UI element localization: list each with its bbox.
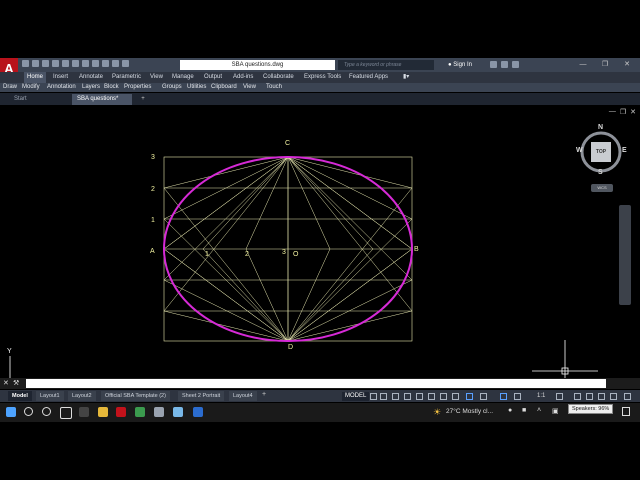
workspace-switching-icon[interactable]: [556, 393, 563, 400]
units-icon[interactable]: [586, 393, 593, 400]
annotation-scale[interactable]: 1:1: [537, 393, 545, 399]
crosshair-cursor: [532, 340, 598, 378]
command-input[interactable]: [26, 379, 606, 388]
point-label-c: C: [285, 140, 291, 147]
construction-ray: [287, 310, 413, 342]
speakers-tooltip: Speakers: 96%: [568, 404, 614, 414]
taskbar-app-icon-2[interactable]: [154, 407, 164, 417]
gizmo-icon[interactable]: [480, 393, 487, 400]
construction-ray: [163, 310, 289, 342]
network-icon[interactable]: ▣: [552, 407, 559, 415]
ortho-toggle-icon[interactable]: [392, 393, 399, 400]
point-label-d: D: [288, 344, 294, 351]
weather-description: Mostly cl...: [462, 408, 494, 415]
layout-tab-layout4[interactable]: Layout4: [229, 391, 257, 401]
axis-label-3: 3: [282, 249, 286, 256]
viewcube-east[interactable]: E: [622, 147, 627, 154]
lineweight-icon[interactable]: [452, 393, 459, 400]
viewcube-north[interactable]: N: [598, 124, 603, 131]
temperature: 27°C: [446, 408, 461, 415]
point-label-o: O: [293, 251, 299, 258]
chrome-icon[interactable]: [135, 407, 145, 417]
construction-ray: [163, 187, 289, 342]
viewcube-west[interactable]: W: [576, 147, 583, 154]
construction-ray: [163, 248, 289, 342]
point-label-b: B: [414, 246, 419, 253]
row-label-1: 1: [151, 217, 155, 224]
axis-label-2: 2: [245, 251, 249, 258]
construction-ray: [245, 156, 289, 250]
construction-ray: [287, 248, 331, 342]
model-space-button[interactable]: MODEL: [342, 392, 370, 401]
windows-start-icon[interactable]: [6, 407, 16, 417]
add-layout-button[interactable]: +: [262, 391, 266, 398]
construction-ray: [287, 156, 374, 250]
object-snap-tracking-icon[interactable]: [428, 393, 435, 400]
clean-screen-icon[interactable]: [610, 393, 617, 400]
construction-ray: [287, 156, 413, 250]
weather-widget[interactable]: 27°C Mostly cl...: [446, 408, 493, 415]
isodraft-icon[interactable]: [416, 393, 423, 400]
axis-label-1: 1: [205, 251, 209, 258]
construction-ray: [245, 248, 289, 342]
row-label-3: 3: [151, 154, 155, 161]
construction-ray: [287, 156, 413, 281]
construction-ray: [202, 156, 289, 250]
construction-ray: [202, 248, 289, 342]
construction-ray: [287, 156, 413, 312]
construction-ray: [163, 279, 289, 342]
point-label-a: A: [150, 248, 155, 255]
people-icon[interactable]: ●: [508, 407, 512, 414]
grid-toggle-icon[interactable]: [370, 393, 377, 400]
construction-ray: [287, 279, 413, 342]
construction-ray: [287, 248, 413, 342]
tray-icon[interactable]: ■: [522, 407, 526, 414]
row-label-2: 2: [151, 186, 155, 193]
viewcube-top-face[interactable]: TOP: [591, 142, 611, 162]
layout-tab-layout2[interactable]: Layout2: [68, 391, 96, 401]
construction-ray: [287, 248, 374, 342]
show-hidden-icons[interactable]: ˄: [537, 407, 541, 414]
wcs-menu[interactable]: WCS: [591, 184, 613, 192]
ucs-y-label: Y: [7, 348, 12, 355]
viewcube-south[interactable]: S: [598, 169, 603, 176]
annotation-monitor-icon[interactable]: [574, 393, 581, 400]
taskbar-app-icon-4[interactable]: [193, 407, 203, 417]
auto-scale-icon[interactable]: [514, 393, 521, 400]
selection-cycling-icon[interactable]: [466, 393, 473, 400]
wrench-icon[interactable]: ⚒: [13, 379, 19, 387]
annotation-visibility-icon[interactable]: [500, 393, 507, 400]
autocad-taskbar-icon[interactable]: [116, 407, 126, 417]
weather-icon[interactable]: ☀: [433, 407, 441, 418]
file-explorer-icon[interactable]: [98, 407, 108, 417]
construction-ray: [163, 156, 289, 281]
close-command-line-icon[interactable]: ✕: [3, 379, 9, 387]
construction-ray: [287, 156, 331, 250]
construction-ray: [163, 156, 289, 189]
windows-taskbar: [0, 403, 640, 422]
search-icon[interactable]: [24, 407, 33, 416]
construction-ray: [163, 156, 289, 250]
cortana-icon[interactable]: [42, 407, 51, 416]
customization-icon[interactable]: [624, 393, 631, 400]
taskbar-app-icon-3[interactable]: [173, 407, 183, 417]
notification-icon[interactable]: [622, 407, 630, 416]
construction-ray: [163, 156, 289, 312]
layout-tab-model[interactable]: Model: [8, 391, 32, 401]
isolate-objects-icon[interactable]: [598, 393, 605, 400]
construction-ray: [287, 187, 413, 342]
layout-tab-official-sba[interactable]: Official SBA Template (2): [101, 391, 170, 401]
layout-tab-sheet-2[interactable]: Sheet 2 Portrait: [178, 391, 225, 401]
construction-ray: [287, 156, 413, 189]
object-snap-icon[interactable]: [440, 393, 447, 400]
polar-toggle-icon[interactable]: [404, 393, 411, 400]
task-view-icon[interactable]: [60, 407, 72, 419]
navigation-bar[interactable]: [619, 205, 631, 305]
layout-tab-layout1[interactable]: Layout1: [36, 391, 64, 401]
snap-toggle-icon[interactable]: [380, 393, 387, 400]
taskbar-app-icon[interactable]: [79, 407, 89, 417]
